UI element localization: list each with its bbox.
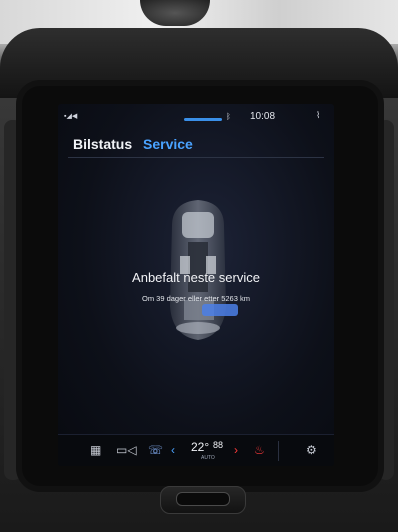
service-title: Anbefalt neste service xyxy=(132,270,260,285)
tab-service[interactable]: Service xyxy=(143,136,193,152)
gear-icon[interactable]: ⚙ xyxy=(306,443,317,457)
left-trim xyxy=(4,120,22,480)
grid-icon[interactable]: ▦ xyxy=(90,443,101,457)
service-subtitle: Om 39 dager eller etter 5263 km xyxy=(142,294,250,303)
phone-icon[interactable]: ☏ xyxy=(148,443,163,457)
temperature-display[interactable]: 22° xyxy=(191,440,209,454)
bottom-divider xyxy=(278,441,279,461)
pull-down-handle[interactable] xyxy=(184,118,222,121)
right-trim xyxy=(378,120,394,480)
temp-decrease-button[interactable]: ‹ xyxy=(171,443,175,457)
tab-bilstatus[interactable]: Bilstatus xyxy=(73,136,132,152)
infotainment-screen: ▪◢◀ ᛒ 10:08 ⌇ Bilstatus Service Anbefalt… xyxy=(58,104,334,466)
signal-icon: ⌇ xyxy=(316,110,321,120)
auto-label: AUTO xyxy=(201,455,215,461)
climate-bar: ▦ ▭◁ ☏ ‹ 22° 88 AUTO › ♨ ⚙ xyxy=(58,434,334,466)
seat-heat-icon[interactable]: ♨ xyxy=(254,443,265,457)
camera-icon[interactable]: ▭◁ xyxy=(116,443,137,457)
bluetooth-icon: ᛒ xyxy=(226,112,231,121)
status-left-icons: ▪◢◀ xyxy=(64,113,78,120)
temperature-decimal: 88 xyxy=(213,440,224,450)
temp-increase-button[interactable]: › xyxy=(234,443,238,457)
home-button[interactable] xyxy=(176,492,230,506)
tab-divider xyxy=(68,157,324,158)
status-time: 10:08 xyxy=(250,111,276,122)
